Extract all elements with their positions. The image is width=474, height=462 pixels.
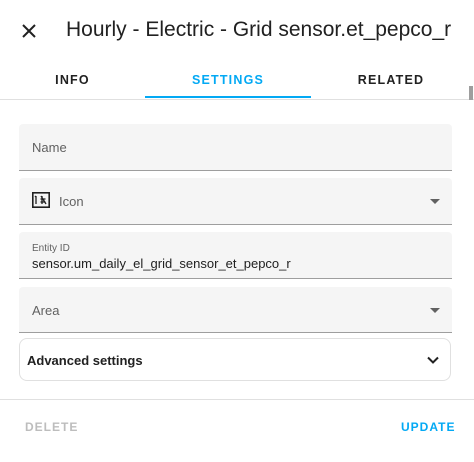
ab-testing-icon [32, 192, 50, 208]
entity-id-label: Entity ID [32, 243, 70, 254]
tab-settings[interactable]: SETTINGS [145, 62, 311, 98]
tab-related[interactable]: RELATED [311, 62, 471, 98]
active-tab-indicator [145, 96, 311, 98]
area-field[interactable]: Area [19, 287, 452, 333]
close-icon [22, 24, 36, 38]
name-field[interactable]: Name [19, 124, 452, 171]
entity-settings-dialog: Hourly - Electric - Grid sensor.et_pepco… [0, 0, 474, 462]
scrollbar[interactable] [468, 86, 474, 386]
update-button[interactable]: UPDATE [401, 420, 455, 434]
dialog-title: Hourly - Electric - Grid sensor.et_pepco… [66, 18, 452, 41]
dialog-header: Hourly - Electric - Grid sensor.et_pepco… [0, 0, 474, 62]
area-label: Area [32, 303, 60, 318]
icon-picker-field[interactable]: Icon [19, 178, 452, 225]
tab-info[interactable]: INFO [0, 62, 145, 98]
advanced-settings-expander[interactable]: Advanced settings [19, 338, 451, 381]
name-placeholder: Name [32, 140, 67, 155]
tab-bar: INFO SETTINGS RELATED [0, 62, 474, 100]
chevron-down-icon[interactable] [430, 308, 440, 313]
chevron-down-icon [427, 356, 439, 364]
advanced-settings-label: Advanced settings [27, 353, 143, 368]
delete-button[interactable]: DELETE [25, 420, 78, 434]
icon-label: Icon [59, 194, 84, 209]
entity-id-field[interactable]: Entity ID sensor.um_daily_el_grid_sensor… [19, 232, 452, 279]
footer-divider [0, 399, 474, 400]
entity-id-value: sensor.um_daily_el_grid_sensor_et_pepco_… [32, 256, 291, 271]
chevron-down-icon[interactable] [430, 199, 440, 204]
close-button[interactable] [14, 16, 44, 46]
